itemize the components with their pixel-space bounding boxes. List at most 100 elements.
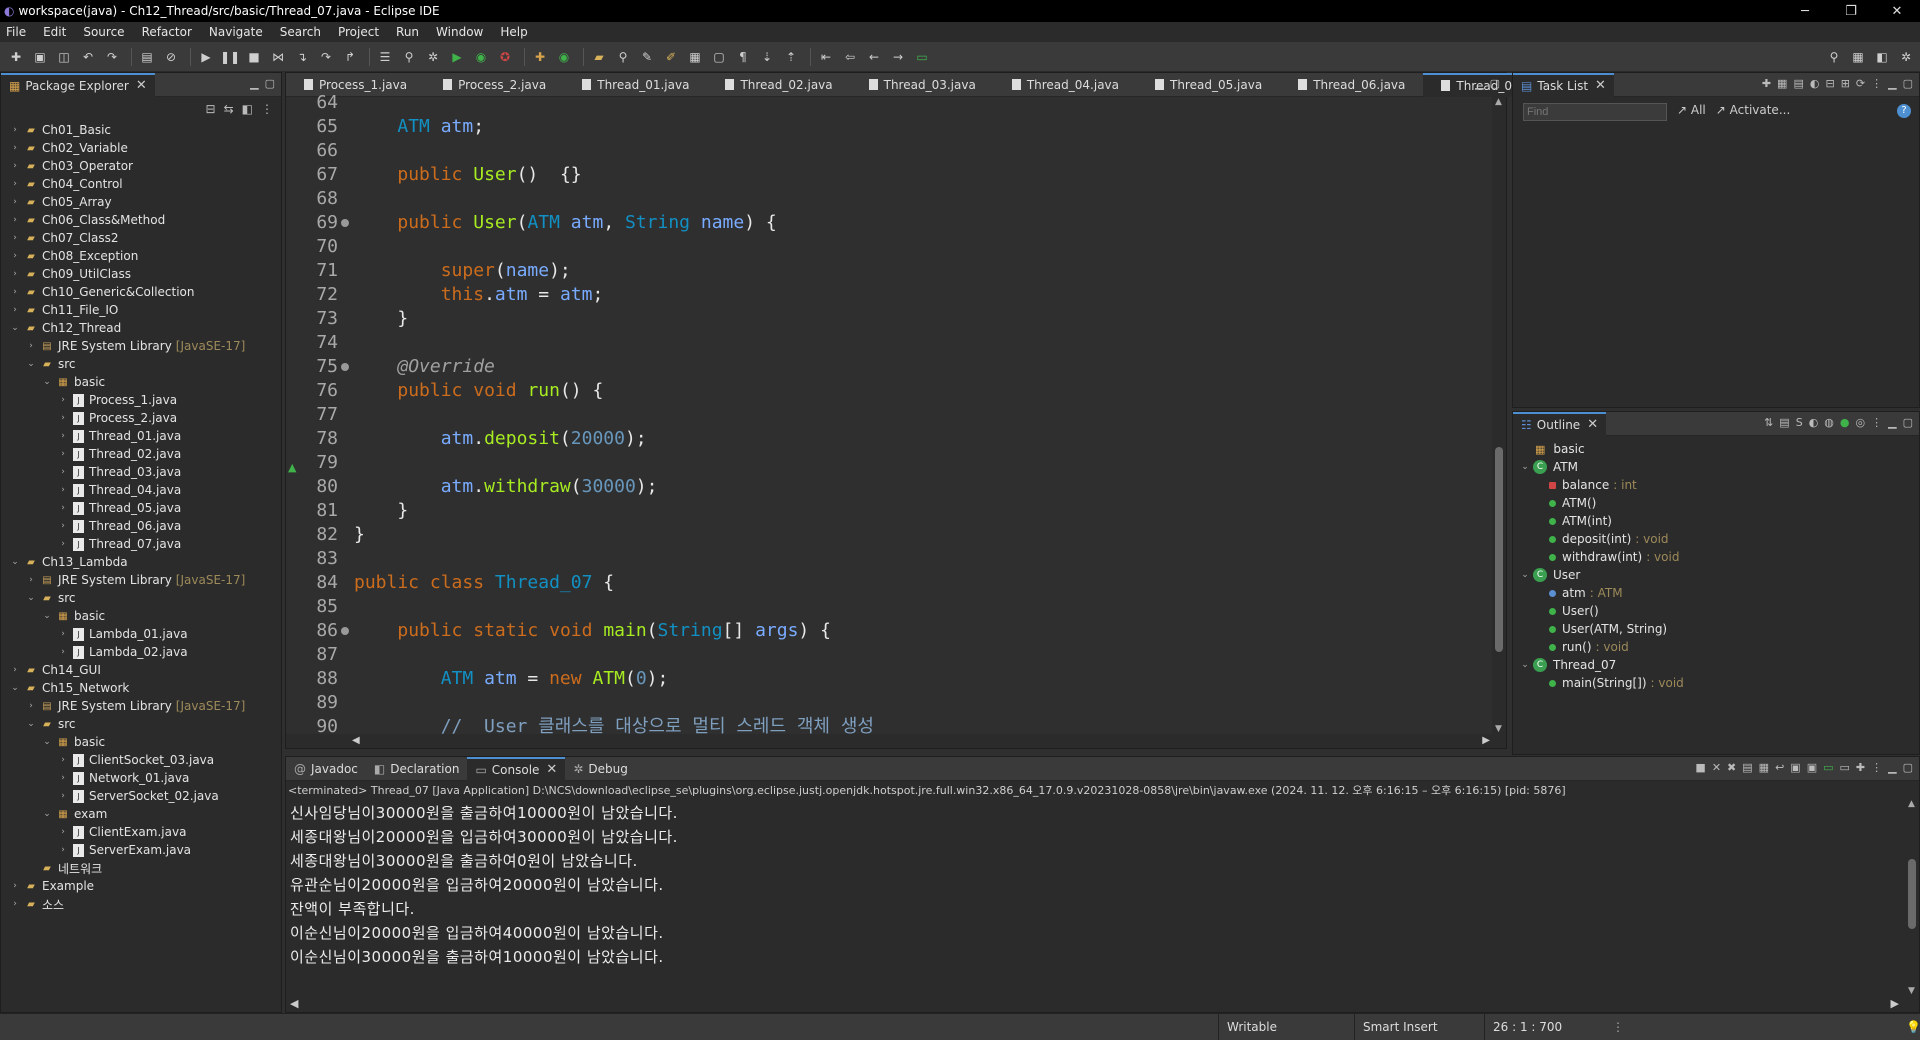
tree-item[interactable]: ⌄ ▦ basic	[1, 607, 281, 625]
expand-arrow-icon[interactable]: ›	[57, 845, 69, 855]
tab-declaration[interactable]: ◧ Declaration	[366, 757, 468, 781]
expand-arrow-icon[interactable]: ⌄	[25, 359, 37, 369]
expand-arrow-icon[interactable]: ›	[57, 791, 69, 801]
close-icon[interactable]: ✕	[136, 78, 147, 93]
editor-tab[interactable]: Thread_01.java	[564, 73, 707, 97]
expand-arrow-icon[interactable]: ⌄	[25, 719, 37, 729]
scroll-up-arrow-icon[interactable]: ▲	[1908, 799, 1915, 809]
open-type-icon[interactable]: ▰	[589, 48, 609, 66]
sync-icon[interactable]: ⟳	[1856, 77, 1865, 90]
expand-arrow-icon[interactable]: ›	[57, 467, 69, 477]
expand-arrow-icon[interactable]: ›	[9, 305, 21, 315]
scroll-down-arrow-icon[interactable]: ▼	[1908, 986, 1915, 996]
undo-icon[interactable]: ↶	[78, 48, 98, 66]
expand-arrow-icon[interactable]: ›	[9, 125, 21, 135]
step-over-icon[interactable]: ↷	[316, 48, 336, 66]
file-item[interactable]: › J Lambda_02.java	[1, 643, 281, 661]
fold-toggle-icon[interactable]	[341, 219, 349, 227]
file-item[interactable]: › J Thread_06.java	[1, 517, 281, 535]
back-icon[interactable]: ⇦	[840, 48, 860, 66]
editor-tab[interactable]: Thread_02.java	[707, 73, 850, 97]
file-item[interactable]: › J Process_1.java	[1, 391, 281, 409]
tree-item[interactable]: › ▰ Example	[1, 877, 281, 895]
expand-arrow-icon[interactable]: ›	[9, 233, 21, 243]
menu-refactor[interactable]: Refactor	[142, 25, 192, 39]
tree-item[interactable]: ⌄ ▦ basic	[1, 733, 281, 751]
annotation-icon[interactable]: ⇣	[757, 48, 777, 66]
menu-file[interactable]: File	[6, 25, 26, 39]
categorized-icon[interactable]: ▦	[1777, 77, 1787, 90]
expand-arrow-icon[interactable]: ⌄	[41, 377, 53, 387]
tree-item[interactable]: ⌄ ▰ src	[1, 715, 281, 733]
tab-task-list[interactable]: ▤ Task List ✕	[1513, 72, 1614, 97]
tree-item[interactable]: ▰ 네트워크	[1, 859, 281, 877]
coverage-icon[interactable]: ◉	[471, 48, 491, 66]
tree-item[interactable]: ⌄ ▰ Ch15_Network	[1, 679, 281, 697]
outline-item[interactable]: User()	[1513, 602, 1919, 620]
file-item[interactable]: › J Thread_01.java	[1, 427, 281, 445]
step-into-icon[interactable]: ↴	[292, 48, 312, 66]
status-cursor-position[interactable]: 26 : 1 : 700	[1484, 1014, 1604, 1040]
outline-item[interactable]: balance: int	[1513, 476, 1919, 494]
tree-item[interactable]: › ▰ Ch06_Class&Method	[1, 211, 281, 229]
editor-tab[interactable]: Thread_05.java	[1137, 73, 1280, 97]
terminate-icon[interactable]: ■	[1695, 761, 1705, 774]
expand-arrow-icon[interactable]: ›	[9, 899, 21, 909]
disconnect-icon[interactable]: ⋈	[268, 48, 288, 66]
scroll-left-arrow-icon[interactable]: ◀	[290, 997, 298, 1010]
tree-item[interactable]: ⌄ ▰ src	[1, 589, 281, 607]
hide-completed-icon[interactable]: ◐	[1810, 77, 1820, 90]
expand-arrow-icon[interactable]: ⌄	[9, 323, 21, 333]
task-find-input[interactable]	[1523, 103, 1667, 121]
expand-arrow-icon[interactable]: ⌄	[41, 737, 53, 747]
expand-arrow-icon[interactable]: ›	[25, 575, 37, 585]
prev-annotation-icon[interactable]: ⇡	[781, 48, 801, 66]
editor-vertical-scrollbar[interactable]: ▲ ▼	[1492, 97, 1506, 734]
file-item[interactable]: › J ServerSocket_02.java	[1, 787, 281, 805]
file-item[interactable]: › J Thread_02.java	[1, 445, 281, 463]
tree-item[interactable]: › ▰ 소스	[1, 895, 281, 913]
expand-arrow-icon[interactable]: ›	[57, 395, 69, 405]
outline-item[interactable]: main(String[]): void	[1513, 674, 1919, 692]
editor-tab[interactable]: Process_2.java	[425, 73, 564, 97]
expand-arrow-icon[interactable]: ›	[9, 251, 21, 261]
tree-item[interactable]: › ▤ JRE System Library [JavaSE-17]	[1, 571, 281, 589]
focus-icon[interactable]: ◎	[1856, 416, 1866, 429]
editor-tab[interactable]: Thread_06.java	[1280, 73, 1423, 97]
maximize-view-icon[interactable]: ▢	[1903, 761, 1913, 774]
java-perspective-icon[interactable]: ◧	[1872, 48, 1892, 66]
expand-arrow-icon[interactable]: ›	[9, 197, 21, 207]
console-scroll-thumb[interactable]	[1908, 859, 1916, 929]
expand-arrow-icon[interactable]: ›	[57, 647, 69, 657]
collapse-all-icon[interactable]: ⊟	[1825, 77, 1834, 90]
hide-fields-icon[interactable]: ▤	[1779, 416, 1789, 429]
tree-item[interactable]: › ▰ Ch10_Generic&Collection	[1, 283, 281, 301]
forward-nav-icon[interactable]: →	[888, 48, 908, 66]
tree-item[interactable]: › ▰ Ch11_File_IO	[1, 301, 281, 319]
link-editor-icon[interactable]: ⇆	[224, 102, 234, 116]
terminate-icon[interactable]: ■	[244, 48, 264, 66]
expand-arrow-icon[interactable]: ›	[9, 269, 21, 279]
menu-edit[interactable]: Edit	[43, 25, 66, 39]
editor-tab[interactable]: Thread_04.java	[994, 73, 1137, 97]
activate-link[interactable]: ↗ Activate...	[1716, 103, 1791, 117]
expand-arrow-icon[interactable]: ›	[57, 773, 69, 783]
menu-search[interactable]: Search	[280, 25, 321, 39]
expand-arrow-icon[interactable]: ›	[57, 629, 69, 639]
run-icon[interactable]: ▶	[447, 48, 467, 66]
toggle-breadcrumb-icon[interactable]: ▦	[685, 48, 705, 66]
expand-arrow-icon[interactable]: ›	[57, 449, 69, 459]
menu-help[interactable]: Help	[500, 25, 527, 39]
new-package-icon[interactable]: ✚	[530, 48, 550, 66]
tree-item[interactable]: ⌄ ▦ basic	[1, 373, 281, 391]
clear-console-icon[interactable]: ▤	[1742, 761, 1752, 774]
file-item[interactable]: › J ClientExam.java	[1, 823, 281, 841]
tree-item[interactable]: › ▰ Ch03_Operator	[1, 157, 281, 175]
expand-arrow-icon[interactable]: ›	[57, 521, 69, 531]
file-item[interactable]: › J Thread_04.java	[1, 481, 281, 499]
tab-debug[interactable]: ✲ Debug	[565, 757, 636, 781]
expand-arrow-icon[interactable]: ›	[9, 881, 21, 891]
file-item[interactable]: › J Process_2.java	[1, 409, 281, 427]
save-icon[interactable]: ▣	[30, 48, 50, 66]
fold-toggle-icon[interactable]	[341, 627, 349, 635]
